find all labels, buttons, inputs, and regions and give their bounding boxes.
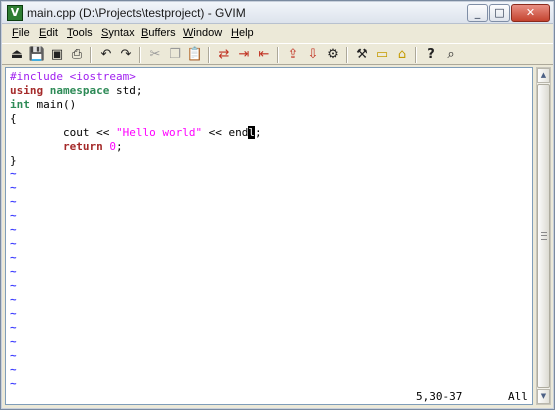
save-all-icon[interactable]: ▣	[48, 46, 66, 64]
menu-window[interactable]: Window	[183, 27, 222, 39]
empty-line-tilde: ~	[10, 335, 17, 348]
maximize-button[interactable]: □	[489, 4, 510, 22]
save-icon[interactable]: 💾	[28, 46, 46, 64]
code-line: return 0;	[62, 140, 123, 153]
help-icon[interactable]: ?	[422, 46, 440, 64]
minimize-button[interactable]: _	[467, 4, 488, 22]
empty-line-tilde: ~	[10, 265, 17, 278]
scroll-thumb[interactable]	[537, 84, 550, 388]
grip-icon	[541, 232, 547, 240]
toolbar-separator	[277, 47, 279, 63]
menu-edit[interactable]: Edit	[39, 27, 58, 39]
menu-file[interactable]: File	[12, 27, 30, 39]
toolbar: ⏏ 💾 ▣ ⎙ ↶ ↷ ✂ ❐ 📋 ⇄ ⇥ ⇤ ⇪ ⇩ ⚙ ⚒ ▭ ⌂ ? ⌕	[2, 43, 553, 65]
find-prev-icon[interactable]: ⇤	[255, 46, 273, 64]
title-bar[interactable]: V main.cpp (D:\Projects\testproject) - G…	[2, 2, 553, 24]
code-line: using namespace std;	[10, 84, 143, 97]
menu-buffers[interactable]: Buffers	[141, 27, 176, 39]
empty-line-tilde: ~	[10, 363, 17, 376]
toolbar-separator	[346, 47, 348, 63]
menu-help[interactable]: Help	[231, 27, 254, 39]
editor-text-area[interactable]: #include <iostream> using namespace std;…	[5, 67, 533, 405]
make-tags-icon[interactable]: ⌂	[393, 46, 411, 64]
shell-icon[interactable]: ▭	[373, 46, 391, 64]
empty-line-tilde: ~	[10, 279, 17, 292]
code-line: {	[10, 112, 17, 125]
empty-line-tilde: ~	[10, 181, 17, 194]
empty-line-tilde: ~	[10, 377, 17, 390]
copy-icon[interactable]: ❐	[166, 46, 184, 64]
empty-line-tilde: ~	[10, 307, 17, 320]
undo-icon[interactable]: ↶	[97, 46, 115, 64]
cursor-position: 5,30-37	[416, 390, 463, 403]
find-help-icon[interactable]: ⌕	[442, 46, 460, 64]
toolbar-separator	[415, 47, 417, 63]
find-next-icon[interactable]: ⇥	[235, 46, 253, 64]
load-session-icon[interactable]: ⇪	[284, 46, 302, 64]
close-button[interactable]: ✕	[511, 4, 550, 22]
menu-tools[interactable]: Tools	[67, 27, 93, 39]
open-icon[interactable]: ⏏	[8, 46, 26, 64]
replace-icon[interactable]: ⇄	[215, 46, 233, 64]
empty-line-tilde: ~	[10, 349, 17, 362]
run-script-icon[interactable]: ⚙	[324, 46, 342, 64]
code-line: int main()	[10, 98, 77, 111]
code-line: cout << "Hello world" << endl;	[10, 126, 262, 139]
empty-line-tilde: ~	[10, 293, 17, 306]
empty-line-tilde: ~	[10, 167, 17, 180]
window-title: main.cpp (D:\Projects\testproject) - GVI…	[27, 6, 246, 20]
cut-icon[interactable]: ✂	[146, 46, 164, 64]
paste-icon[interactable]: 📋	[186, 46, 204, 64]
menu-bar: File Edit Tools Syntax Buffers Window He…	[2, 25, 553, 42]
scroll-down-icon[interactable]: ▼	[537, 389, 550, 404]
print-icon[interactable]: ⎙	[68, 46, 86, 64]
empty-line-tilde: ~	[10, 195, 17, 208]
empty-line-tilde: ~	[10, 321, 17, 334]
redo-icon[interactable]: ↷	[117, 46, 135, 64]
empty-line-tilde: ~	[10, 209, 17, 222]
vertical-scrollbar[interactable]: ▲ ▼	[536, 67, 551, 405]
scroll-up-icon[interactable]: ▲	[537, 68, 550, 83]
save-session-icon[interactable]: ⇩	[304, 46, 322, 64]
empty-line-tilde: ~	[10, 251, 17, 264]
vim-logo-icon[interactable]: V	[7, 5, 23, 21]
gvim-window: V main.cpp (D:\Projects\testproject) - G…	[0, 0, 555, 410]
menu-syntax[interactable]: Syntax	[101, 27, 135, 39]
scroll-position: All	[508, 390, 528, 403]
code-line: }	[10, 154, 17, 167]
code-line: #include <iostream>	[10, 70, 136, 83]
empty-line-tilde: ~	[10, 223, 17, 236]
status-line: 5,30-37 All	[6, 390, 532, 404]
toolbar-separator	[90, 47, 92, 63]
empty-line-tilde: ~	[10, 237, 17, 250]
toolbar-separator	[208, 47, 210, 63]
make-icon[interactable]: ⚒	[353, 46, 371, 64]
toolbar-separator	[139, 47, 141, 63]
